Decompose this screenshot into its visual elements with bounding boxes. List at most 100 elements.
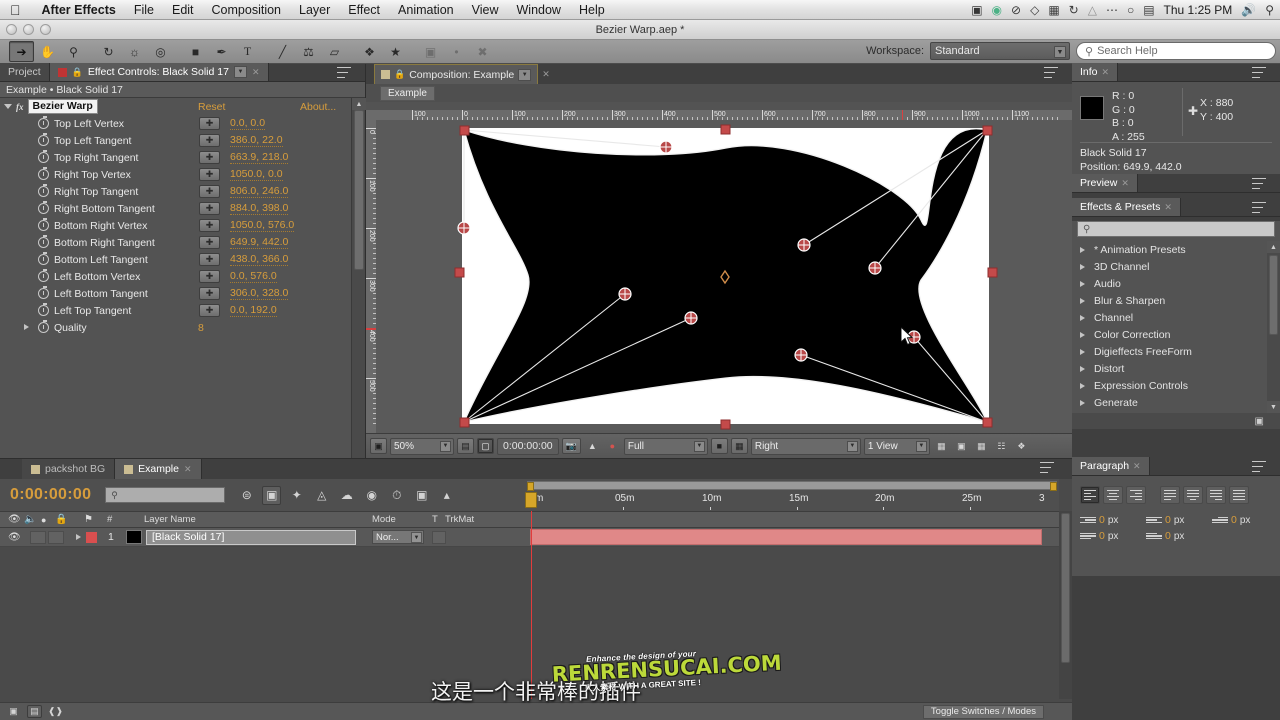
fast-preview-icon[interactable]: ▦ (973, 438, 990, 454)
trkmat-toggle[interactable] (432, 530, 446, 544)
list-item[interactable]: Distort (1072, 360, 1280, 377)
timeline-search-input[interactable]: ⚲ (105, 487, 226, 503)
selection-tool[interactable]: ➔ (9, 41, 34, 62)
disclosure-triangle-icon[interactable] (1080, 263, 1085, 270)
effects-list-scrollbar[interactable]: ▲ ▼ (1267, 241, 1280, 413)
do-not-disturb-icon[interactable]: ⊘ (1011, 3, 1021, 17)
playhead-line[interactable] (531, 511, 532, 699)
disclosure-triangle-icon[interactable] (1080, 246, 1085, 253)
menu-file[interactable]: File (125, 0, 163, 20)
menu-edit[interactable]: Edit (163, 0, 203, 20)
disclosure-triangle-icon[interactable] (1080, 331, 1085, 338)
indent-left-value[interactable]: 0 (1099, 514, 1105, 526)
frame-blending-icon[interactable]: ◬ (312, 486, 331, 505)
property-row[interactable]: Right Top Tangent ✚ 806.0, 246.0 (0, 183, 366, 200)
panel-menu-icon[interactable] (1044, 67, 1058, 78)
tab-paragraph[interactable]: Paragraph ✕ (1072, 457, 1150, 475)
timeline-scrollbar[interactable] (1059, 511, 1072, 699)
disclosure-triangle-icon[interactable] (1080, 297, 1085, 304)
list-item[interactable]: Generate (1072, 394, 1280, 411)
camera-tool[interactable]: ☼ (122, 41, 147, 62)
transparency-grid-icon[interactable]: ▦ (730, 438, 748, 454)
close-icon[interactable]: ✕ (542, 69, 550, 80)
property-row[interactable]: Left Top Tangent ✚ 0.0, 192.0 (0, 302, 366, 319)
property-row[interactable]: Top Left Tangent ✚ 386.0, 22.0 (0, 132, 366, 149)
audio-toggle[interactable] (30, 530, 46, 544)
shape-tool[interactable]: ■ (183, 41, 208, 62)
draft-3d-icon[interactable]: ▣ (262, 485, 282, 505)
wifi-icon[interactable]: ○ (1127, 3, 1134, 17)
property-row[interactable]: Top Right Tangent ✚ 663.9, 218.0 (0, 149, 366, 166)
align-center-button[interactable] (1103, 486, 1123, 504)
stopwatch-icon[interactable] (38, 133, 49, 146)
panel-menu-icon[interactable] (1252, 202, 1266, 213)
search-help-input[interactable]: ⚲ Search Help (1076, 42, 1276, 60)
dropbox-icon[interactable]: ◉ (992, 3, 1002, 17)
eye-icon[interactable]: 👁 (8, 514, 21, 525)
region-of-interest-icon[interactable]: ■ (710, 438, 728, 454)
disclosure-triangle-icon[interactable] (1080, 280, 1085, 287)
graph-editor-icon[interactable]: ▣ (412, 486, 431, 505)
toggle-switches-icon[interactable]: ▣ (6, 705, 21, 718)
close-icon[interactable]: ✕ (1121, 178, 1129, 189)
stopwatch-icon[interactable] (38, 150, 49, 163)
property-row[interactable]: Right Top Vertex ✚ 1050.0, 0.0 (0, 166, 366, 183)
pan-behind-tool[interactable]: ◎ (148, 41, 173, 62)
close-icon[interactable]: ✕ (184, 464, 192, 475)
menu-window[interactable]: Window (508, 0, 570, 20)
disclosure-triangle-icon[interactable] (1080, 399, 1085, 406)
menu-view[interactable]: View (463, 0, 508, 20)
property-row[interactable]: Bottom Right Vertex ✚ 1050.0, 576.0 (0, 217, 366, 234)
notification-icon[interactable]: ▤ (1143, 3, 1154, 17)
effects-search-input[interactable]: ⚲ (1077, 221, 1275, 237)
auto-keyframe-icon[interactable]: ⏱ (387, 486, 406, 505)
grid-guides-icon[interactable]: ☷ (993, 438, 1010, 454)
show-snapshot-icon[interactable]: ▲ (584, 438, 601, 454)
list-item[interactable]: Digieffects FreeForm (1072, 343, 1280, 360)
disclosure-triangle-icon[interactable] (76, 534, 81, 540)
point-control-button[interactable]: ✚ (199, 253, 220, 266)
stopwatch-icon[interactable] (38, 201, 49, 214)
eraser-tool[interactable]: ▱ (322, 41, 347, 62)
work-area-start-handle[interactable] (527, 482, 534, 491)
list-item[interactable]: * Animation Presets (1072, 241, 1280, 258)
hide-shy-layers-icon[interactable]: ✦ (287, 486, 306, 505)
point-control-button[interactable]: ✚ (199, 287, 220, 300)
property-value[interactable]: 0.0, 576.0 (230, 270, 277, 283)
property-row[interactable]: Bottom Left Tangent ✚ 438.0, 366.0 (0, 251, 366, 268)
brush-tool[interactable]: ╱ (270, 41, 295, 62)
workspace-select[interactable]: Standard ▼ (930, 42, 1070, 60)
panel-menu-icon[interactable] (1252, 178, 1266, 189)
space-after-value[interactable]: 0 (1165, 530, 1171, 542)
scroll-up-icon[interactable]: ▲ (1267, 241, 1280, 253)
volume-icon[interactable]: 🔊 (1241, 3, 1256, 17)
list-item[interactable]: Expression Controls (1072, 377, 1280, 394)
curve-editor-icon[interactable]: ▴ (437, 486, 456, 505)
lock-icon[interactable]: 🔒 (394, 69, 405, 80)
tab-example[interactable]: Example ✕ (115, 459, 202, 479)
indent-right-field[interactable]: 0 px (1146, 514, 1206, 526)
property-value[interactable]: 649.9, 442.0 (230, 236, 289, 249)
layer-label-color[interactable] (86, 531, 97, 543)
timeline-current-time[interactable]: 0:00:00:00 (10, 486, 91, 504)
effect-name[interactable]: Bezier Warp (27, 99, 98, 114)
property-row[interactable]: Right Bottom Tangent ✚ 884.0, 398.0 (0, 200, 366, 217)
work-area-end-handle[interactable] (1050, 482, 1057, 491)
disclosure-triangle-icon[interactable] (1080, 365, 1085, 372)
property-value[interactable]: 386.0, 22.0 (230, 134, 283, 147)
list-item[interactable]: Audio (1072, 275, 1280, 292)
stopwatch-icon[interactable] (38, 218, 49, 231)
property-row[interactable]: Bottom Right Tangent ✚ 649.9, 442.0 (0, 234, 366, 251)
toggle-switches-modes-button[interactable]: Toggle Switches / Modes (922, 704, 1044, 719)
justify-last-right-button[interactable] (1206, 486, 1226, 504)
property-value[interactable]: 1050.0, 576.0 (230, 219, 295, 232)
label-icon[interactable]: ⚑ (84, 514, 93, 525)
close-icon[interactable]: ✕ (1133, 461, 1141, 472)
apple-logo-icon[interactable]:  (10, 3, 21, 17)
property-value[interactable]: 663.9, 218.0 (230, 151, 289, 164)
sync-icon[interactable]: ↻ (1069, 3, 1079, 17)
views-select[interactable]: 1 View ▼ (863, 437, 930, 455)
scrollbar-thumb[interactable] (1061, 513, 1070, 663)
space-before-field[interactable]: 0 px (1080, 530, 1140, 542)
list-item[interactable]: Channel (1072, 309, 1280, 326)
